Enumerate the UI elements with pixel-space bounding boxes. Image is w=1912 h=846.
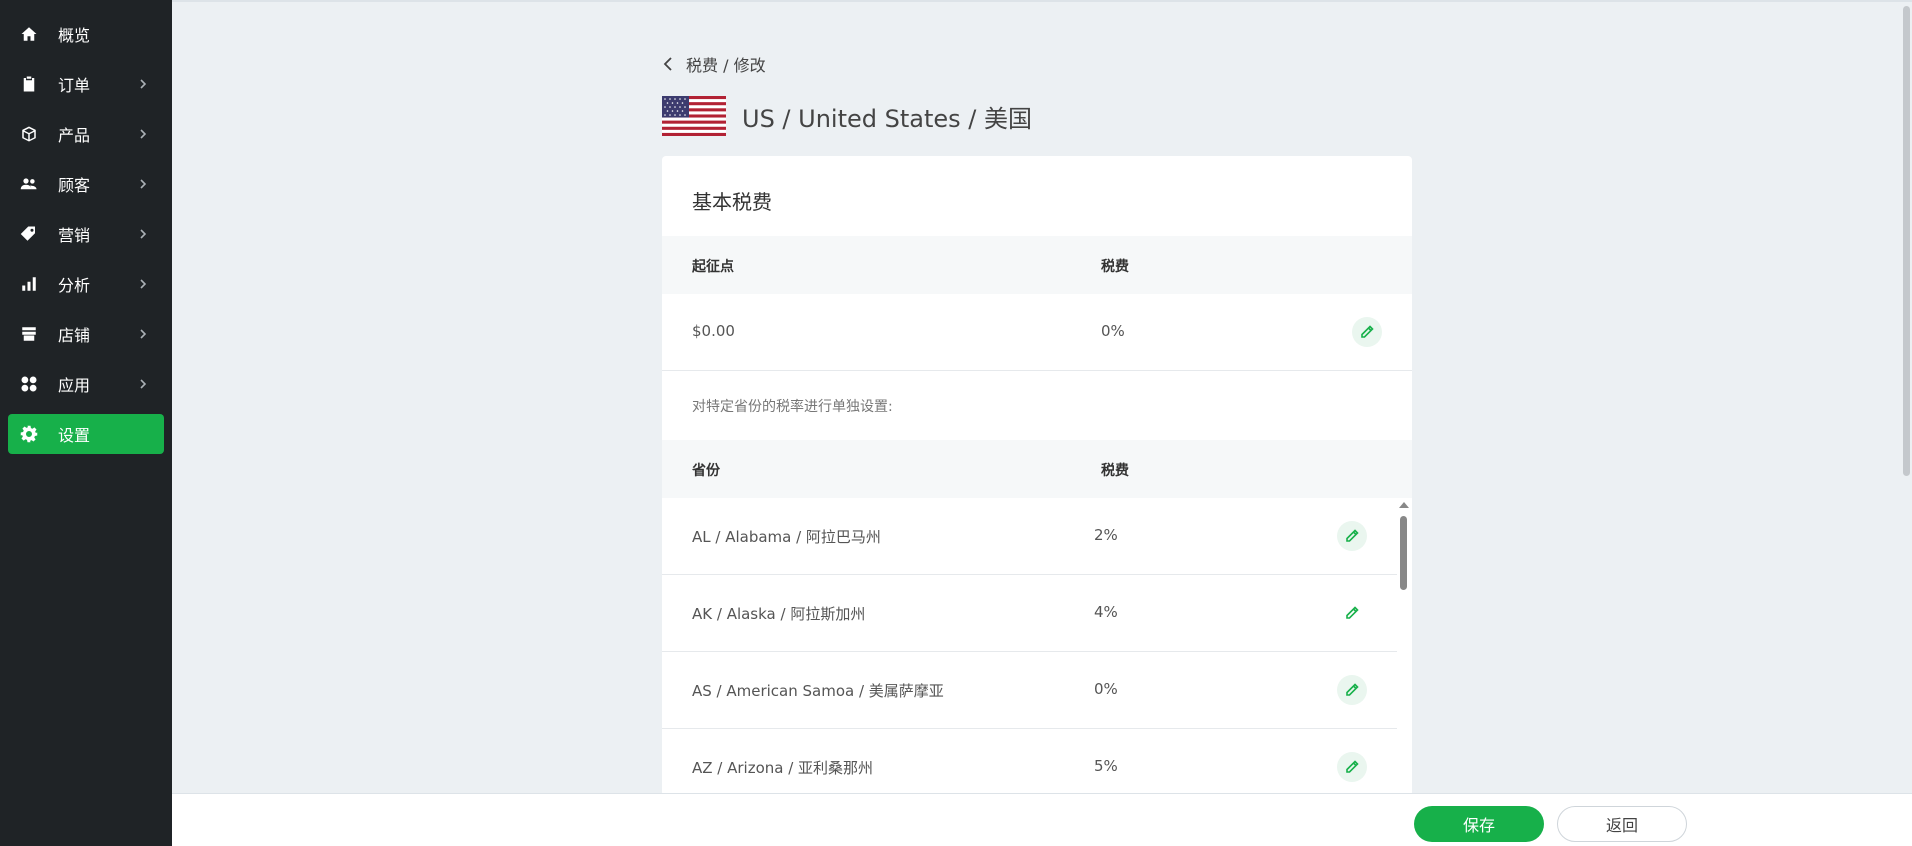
sidebar-item-marketing[interactable]: 营销: [8, 214, 164, 254]
save-button[interactable]: 保存: [1414, 806, 1544, 842]
province-list-scrollbar[interactable]: [1398, 502, 1410, 796]
edit-button[interactable]: [1337, 752, 1367, 782]
sidebar-item-label: 店铺: [58, 326, 91, 345]
table-row: AZ / Arizona / 亚利桑那州 5%: [662, 729, 1397, 796]
column-header-threshold: 起征点: [692, 259, 734, 275]
users-icon: [20, 175, 38, 193]
page-header: US / United States / 美国: [662, 96, 1032, 136]
sidebar-item-label: 应用: [58, 376, 91, 395]
province-name: AS / American Samoa / 美属萨摩亚: [692, 682, 944, 700]
sidebar-item-overview[interactable]: 概览: [8, 14, 164, 54]
threshold-value: $0.00: [692, 322, 735, 340]
sidebar-item-analytics[interactable]: 分析: [8, 264, 164, 304]
gear-icon: [20, 425, 38, 443]
base-tax-row: $0.00 0%: [662, 294, 1412, 371]
page-title: US / United States / 美国: [742, 104, 1033, 133]
province-rate: 0%: [1094, 680, 1118, 698]
home-icon: [20, 25, 38, 43]
card-title: 基本税费: [692, 190, 772, 214]
chevron-right-icon: [136, 277, 150, 291]
column-header-rate: 税费: [1101, 259, 1129, 275]
clipboard-icon: [20, 75, 38, 93]
sidebar-item-settings[interactable]: 设置: [8, 414, 164, 454]
edit-button[interactable]: [1337, 675, 1367, 705]
scrollbar-thumb[interactable]: [1400, 516, 1407, 590]
province-name: AL / Alabama / 阿拉巴马州: [692, 528, 881, 546]
sidebar-item-label: 产品: [58, 126, 91, 145]
edit-button[interactable]: [1352, 317, 1382, 347]
scroll-up-arrow-icon[interactable]: [1399, 502, 1409, 508]
sidebar-item-label: 分析: [58, 276, 91, 295]
table-row: AK / Alaska / 阿拉斯加州 4%: [662, 575, 1397, 652]
main-content: 税费 / 修改 US / United States / 美国 基本税费 起征点…: [172, 0, 1912, 846]
sidebar-item-label: 概览: [58, 26, 91, 45]
chevron-right-icon: [136, 377, 150, 391]
sidebar-item-customers[interactable]: 顾客: [8, 164, 164, 204]
us-flag-icon: [662, 96, 726, 136]
province-rate: 4%: [1094, 603, 1118, 621]
column-header-rate: 税费: [1101, 463, 1129, 479]
sidebar-item-label: 设置: [58, 426, 91, 445]
column-header-province: 省份: [692, 463, 720, 479]
pencil-icon: [1361, 325, 1374, 338]
chevron-right-icon: [136, 177, 150, 191]
sidebar-item-label: 顾客: [58, 176, 91, 195]
sidebar-item-label: 营销: [58, 226, 91, 245]
tag-icon: [20, 225, 38, 243]
box-icon: [20, 125, 38, 143]
province-rate: 2%: [1094, 526, 1118, 544]
province-table-header: 省份 税费: [662, 440, 1412, 498]
chevron-right-icon: [136, 127, 150, 141]
base-tax-header: 起征点 税费: [662, 236, 1412, 294]
sidebar-item-products[interactable]: 产品: [8, 114, 164, 154]
chevron-right-icon: [136, 327, 150, 341]
rate-value: 0%: [1101, 322, 1125, 340]
pencil-icon: [1346, 760, 1359, 773]
tax-card: 基本税费 起征点 税费 $0.00 0% 对特定省份的税率进行单独设置: 省份 …: [662, 156, 1412, 796]
sidebar-item-orders[interactable]: 订单: [8, 64, 164, 104]
sidebar-item-apps[interactable]: 应用: [8, 364, 164, 404]
table-row: AS / American Samoa / 美属萨摩亚 0%: [662, 652, 1397, 729]
sidebar-item-store[interactable]: 店铺: [8, 314, 164, 354]
pencil-icon: [1346, 683, 1359, 696]
sidebar-item-label: 订单: [58, 76, 91, 95]
province-name: AK / Alaska / 阿拉斯加州: [692, 605, 866, 623]
back-button[interactable]: 返回: [1557, 806, 1687, 842]
breadcrumb[interactable]: 税费 / 修改: [662, 52, 766, 76]
province-name: AZ / Arizona / 亚利桑那州: [692, 759, 874, 777]
chevron-right-icon: [136, 77, 150, 91]
action-bar: 保存 返回: [172, 793, 1912, 846]
pencil-icon: [1346, 529, 1359, 542]
table-row: AL / Alabama / 阿拉巴马州 2%: [662, 498, 1397, 575]
breadcrumb-text[interactable]: 税费 / 修改: [686, 52, 766, 76]
pencil-icon: [1346, 606, 1359, 619]
bar-chart-icon: [20, 275, 38, 293]
store-icon: [20, 325, 38, 343]
chevron-right-icon: [136, 227, 150, 241]
edit-button[interactable]: [1337, 598, 1367, 628]
province-rate: 5%: [1094, 757, 1118, 775]
edit-button[interactable]: [1337, 521, 1367, 551]
chevron-left-icon[interactable]: [662, 57, 676, 71]
page-scrollbar[interactable]: [1903, 6, 1910, 476]
province-note: 对特定省份的税率进行单独设置:: [692, 399, 893, 415]
apps-icon: [20, 375, 38, 393]
sidebar: 概览 订单 产品 顾客 营销 分析 店铺 应用 设置: [0, 0, 172, 846]
